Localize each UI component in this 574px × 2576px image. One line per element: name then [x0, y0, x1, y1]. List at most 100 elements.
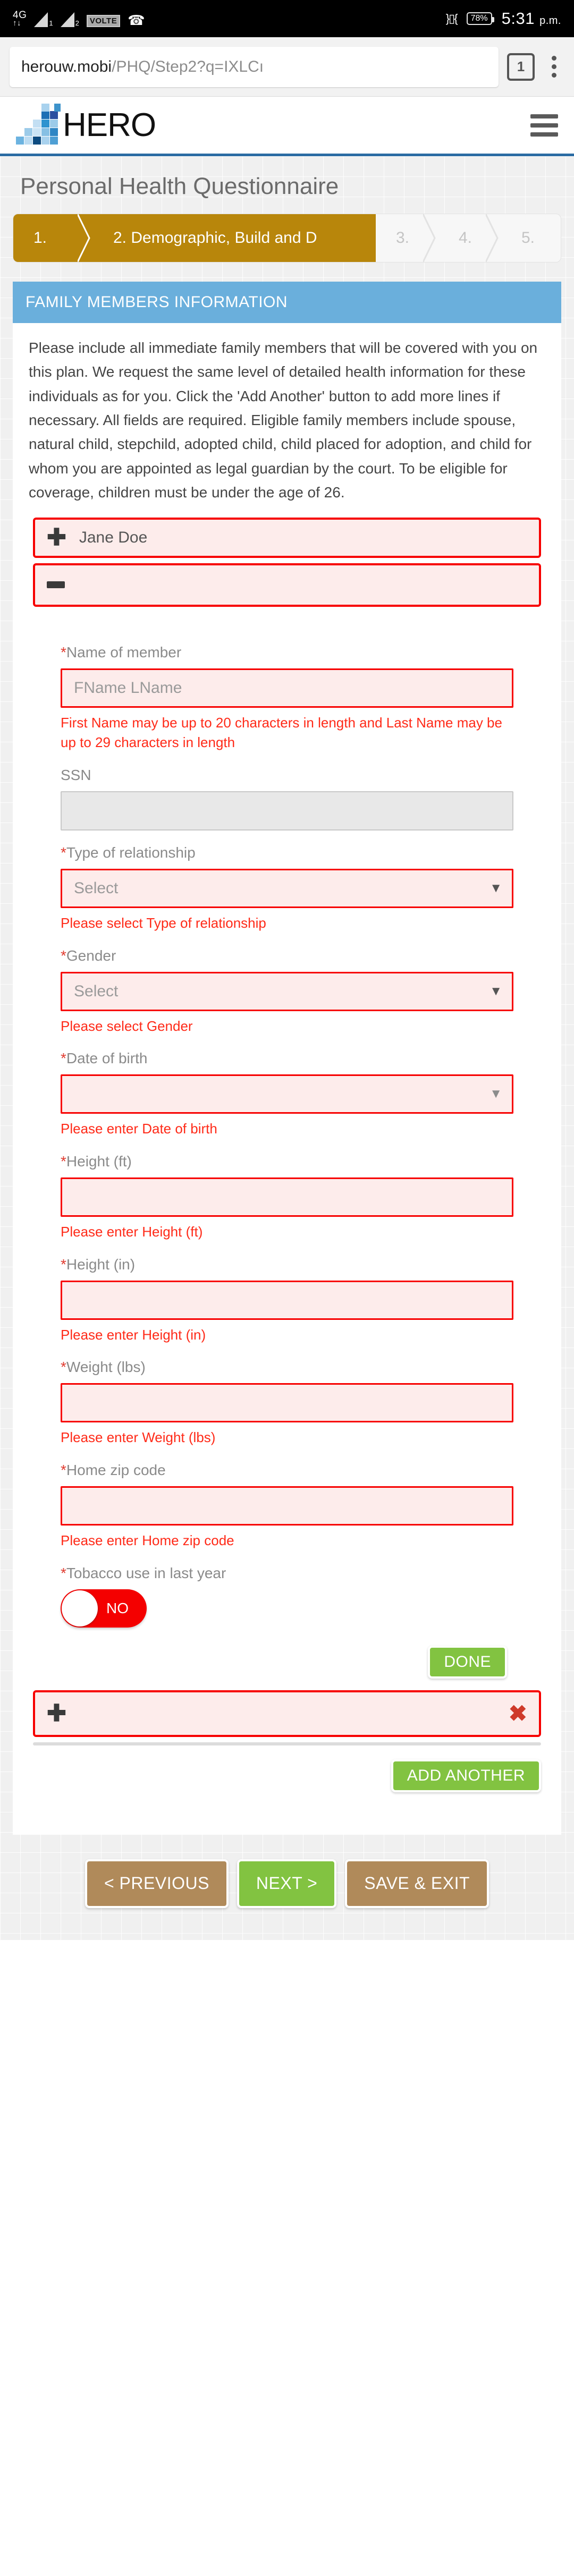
add-another-button[interactable]: ADD ANOTHER	[391, 1759, 541, 1792]
accordion-row-expanded[interactable]	[33, 563, 541, 607]
signal-sim1-icon: 1	[34, 12, 53, 27]
brand-logo[interactable]: HERO	[16, 105, 156, 146]
member-form: *Name of member FName LName First Name m…	[27, 621, 547, 1679]
signal-bars-icon	[61, 12, 74, 27]
battery-icon: 78%	[467, 12, 492, 25]
error-type-of-relationship: Please select Type of relationship	[61, 913, 513, 934]
required-asterisk: *	[61, 947, 66, 964]
tab-switcher-button[interactable]: 1	[507, 53, 535, 81]
chevron-down-icon: ▼	[489, 1088, 502, 1100]
label-weight-lbs: *Weight (lbs)	[61, 1359, 513, 1376]
height-ft-input[interactable]	[61, 1177, 513, 1217]
required-asterisk: *	[61, 1256, 66, 1273]
required-asterisk: *	[61, 1565, 66, 1581]
family-members-panel: FAMILY MEMBERS INFORMATION Please includ…	[13, 282, 561, 1814]
required-asterisk: *	[61, 844, 66, 861]
panel-body: Please include all immediate family memb…	[13, 323, 561, 1814]
label-name-of-member: *Name of member	[61, 644, 513, 661]
error-gender: Please select Gender	[61, 1016, 513, 1037]
panel-bottom-spacer	[13, 1814, 561, 1835]
done-button[interactable]: DONE	[428, 1646, 507, 1679]
error-home-zip-code: Please enter Home zip code	[61, 1531, 513, 1551]
error-date-of-birth: Please enter Date of birth	[61, 1119, 513, 1139]
page-title: Personal Health Questionnaire	[0, 156, 574, 214]
call-icon: ☎	[128, 13, 145, 27]
plus-icon: ✚	[47, 1702, 66, 1725]
network-type-icon: 4G ↑↓	[13, 10, 27, 27]
weight-lbs-input[interactable]	[61, 1383, 513, 1422]
step-label: 5.	[521, 229, 535, 247]
step-label: 3.	[396, 229, 409, 247]
x-remove-icon[interactable]: ✖	[509, 1702, 527, 1725]
required-asterisk: *	[61, 1050, 66, 1066]
label-home-zip-code: *Home zip code	[61, 1462, 513, 1479]
accordion-row-jane-doe[interactable]: ✚ Jane Doe	[33, 518, 541, 558]
required-asterisk: *	[61, 1359, 66, 1375]
kebab-menu-icon[interactable]	[543, 56, 564, 78]
volte-icon: VOLTE	[87, 15, 120, 27]
status-bar-left: 4G ↑↓ 1 2 VOLTE ☎	[13, 10, 145, 27]
signal-sim2-icon: 2	[61, 12, 79, 27]
toggle-knob	[62, 1590, 98, 1626]
step-label: 1.	[33, 229, 47, 247]
step-breadcrumb: 1. 2. Demographic, Build and D 3. 4. 5.	[13, 214, 561, 262]
step-item-5[interactable]: 5.	[501, 214, 561, 262]
browser-toolbar: herouw.mobi/PHQ/Step2?q=IXLCı 1	[0, 37, 574, 97]
home-zip-code-input[interactable]	[61, 1486, 513, 1526]
plus-icon: ✚	[47, 526, 66, 549]
step-item-4[interactable]: 4.	[438, 214, 501, 262]
page-content: Personal Health Questionnaire 1. 2. Demo…	[0, 156, 574, 1940]
accordion-row-new-member[interactable]: ✚ ✖	[33, 1690, 541, 1737]
chevron-down-icon: ▼	[489, 985, 502, 998]
step-arrow-icon	[423, 214, 438, 262]
next-button[interactable]: NEXT >	[237, 1859, 336, 1908]
status-bar-right: }▯{ 78% 5:31 p.m.	[446, 9, 561, 28]
error-height-ft: Please enter Height (ft)	[61, 1222, 513, 1242]
vibrate-icon: }▯{	[446, 12, 457, 26]
url-host: herouw.mobi	[21, 58, 112, 76]
url-path: /PHQ/Step2?q=IXLCı	[112, 58, 264, 76]
required-asterisk: *	[61, 1153, 66, 1170]
label-height-in: *Height (in)	[61, 1256, 513, 1273]
android-status-bar: 4G ↑↓ 1 2 VOLTE ☎ }▯{ 78% 5:31 p.m.	[0, 0, 574, 37]
previous-button[interactable]: < PREVIOUS	[85, 1859, 229, 1908]
site-header: HERO	[0, 97, 574, 156]
step-arrow-icon	[486, 214, 501, 262]
error-name-of-member: First Name may be up to 20 characters in…	[61, 713, 513, 753]
label-type-of-relationship: *Type of relationship	[61, 844, 513, 861]
error-weight-lbs: Please enter Weight (lbs)	[61, 1428, 513, 1448]
name-of-member-input[interactable]: FName LName	[61, 668, 513, 708]
clock: 5:31 p.m.	[502, 9, 561, 28]
done-button-row: DONE	[61, 1628, 513, 1679]
panel-heading: FAMILY MEMBERS INFORMATION	[13, 282, 561, 323]
hero-mosaic-icon	[16, 105, 61, 146]
save-and-exit-button[interactable]: SAVE & EXIT	[345, 1859, 489, 1908]
minus-icon	[47, 581, 65, 588]
required-asterisk: *	[61, 1462, 66, 1478]
input-placeholder: FName LName	[74, 679, 182, 697]
add-another-row: ADD ANOTHER	[27, 1745, 547, 1792]
gender-select[interactable]: Select ▼	[61, 972, 513, 1011]
step-item-3[interactable]: 3.	[376, 214, 438, 262]
select-value: Select	[74, 879, 118, 897]
type-of-relationship-select[interactable]: Select ▼	[61, 869, 513, 908]
hamburger-icon[interactable]	[530, 114, 558, 137]
accordion-member-name: Jane Doe	[79, 529, 147, 547]
brand-wordmark: HERO	[63, 109, 156, 142]
height-in-input[interactable]	[61, 1281, 513, 1320]
chevron-down-icon: ▼	[489, 882, 502, 895]
address-bar[interactable]: herouw.mobi/PHQ/Step2?q=IXLCı	[10, 47, 499, 87]
required-asterisk: *	[61, 644, 66, 660]
step-item-1[interactable]: 1.	[13, 214, 93, 262]
label-tobacco-use: *Tobacco use in last year	[61, 1565, 513, 1582]
toggle-state-label: NO	[106, 1600, 129, 1617]
step-arrow-icon	[360, 214, 376, 262]
label-ssn: SSN	[61, 767, 513, 784]
label-date-of-birth: *Date of birth	[61, 1050, 513, 1067]
step-item-2[interactable]: 2. Demographic, Build and D	[93, 214, 376, 262]
tobacco-use-toggle[interactable]: NO	[61, 1589, 147, 1628]
ssn-input[interactable]	[61, 791, 513, 831]
step-label: 4.	[459, 229, 472, 247]
select-value: Select	[74, 982, 118, 1001]
date-of-birth-select[interactable]: ▼	[61, 1074, 513, 1114]
